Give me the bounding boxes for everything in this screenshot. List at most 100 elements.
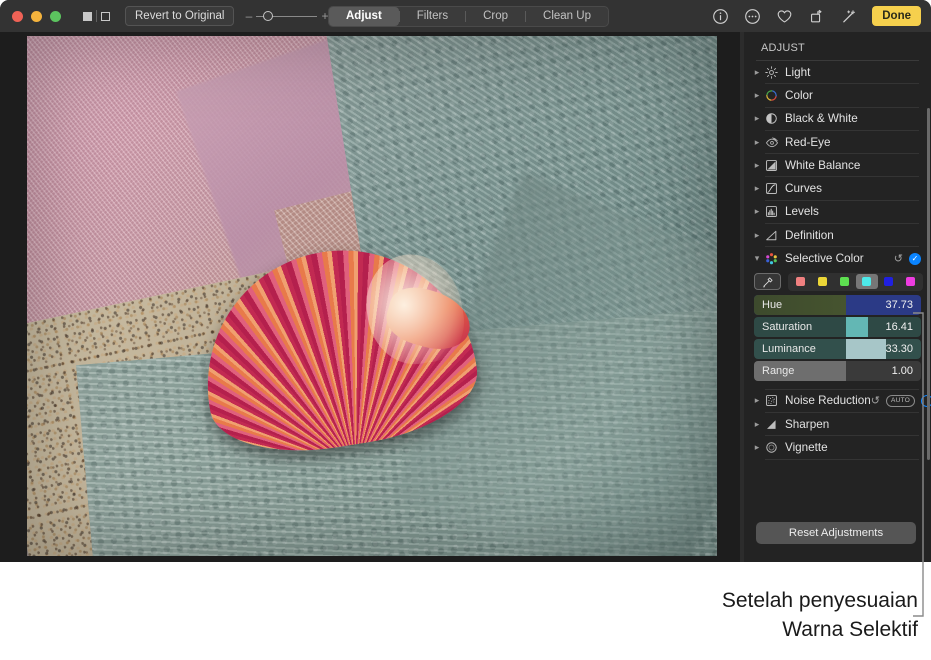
zoom-window-button[interactable]	[50, 11, 61, 22]
zoom-out-label[interactable]: –	[245, 9, 252, 23]
vignette-circle-icon	[763, 439, 780, 455]
traffic-lights	[12, 11, 61, 22]
reset-arrow-icon[interactable]: ↺	[894, 252, 903, 265]
sidebar-item-noise-reduction[interactable]: ▸ Noise Reduction ↺ AUTO	[744, 390, 931, 412]
chevron-right-icon[interactable]: ▸	[752, 419, 762, 430]
chevron-right-icon[interactable]: ▸	[752, 90, 762, 101]
zoom-slider-track[interactable]	[256, 11, 317, 22]
chevron-right-icon[interactable]: ▸	[752, 113, 762, 124]
selective-color-dots-icon	[763, 251, 780, 267]
swatch-blue[interactable]	[878, 274, 900, 289]
slider-fill	[846, 339, 886, 359]
view-mode-toggle[interactable]	[83, 10, 110, 22]
sidebar-item-red-eye[interactable]: ▸ Red-Eye	[744, 131, 931, 153]
sidebar-item-vignette[interactable]: ▸ Vignette	[744, 436, 931, 458]
photo-canvas-area[interactable]	[0, 32, 740, 562]
sidebar-item-label: Light	[785, 66, 810, 79]
caption-line-1: Setelah penyesuaian	[498, 586, 918, 615]
sidebar-item-selective-color[interactable]: ▾ Selective Color ↺ ✓	[744, 247, 931, 269]
filled-square-icon	[83, 12, 92, 21]
sidebar-item-levels[interactable]: ▸ Levels	[744, 201, 931, 223]
swatch-green[interactable]	[834, 274, 856, 289]
slider-range[interactable]: Range 1.00	[754, 361, 921, 381]
sidebar-item-white-balance[interactable]: ▸ White Balance	[744, 154, 931, 176]
chevron-right-icon[interactable]: ▸	[752, 230, 762, 241]
sidebar-item-label: Sharpen	[785, 418, 829, 431]
chevron-right-icon[interactable]: ▸	[752, 206, 762, 217]
chevron-right-icon[interactable]: ▸	[752, 160, 762, 171]
swatch-yellow[interactable]	[812, 274, 834, 289]
sidebar-item-label: Curves	[785, 182, 822, 195]
sidebar-item-curves[interactable]: ▸ Curves	[744, 177, 931, 199]
color-wheel-icon	[763, 87, 780, 103]
levels-icon	[763, 204, 780, 220]
favorite-heart-icon[interactable]	[776, 8, 793, 25]
chevron-right-icon[interactable]: ▸	[752, 442, 762, 453]
edit-mode-tabs: Adjust Filters Crop Clean Up	[328, 6, 609, 27]
toggle-divider	[96, 10, 97, 22]
slider-value: 16.41	[885, 317, 913, 337]
sidebar-item-sharpen[interactable]: ▸ Sharpen	[744, 413, 931, 435]
rotate-icon[interactable]	[808, 8, 825, 25]
sidebar-item-label: Noise Reduction	[785, 394, 871, 407]
chevron-right-icon[interactable]: ▸	[752, 395, 762, 406]
tab-filters[interactable]: Filters	[400, 7, 465, 26]
zoom-slider-knob[interactable]	[263, 11, 273, 21]
selective-color-controls: ↺ ✓	[894, 252, 921, 265]
reset-arrow-icon[interactable]: ↺	[871, 394, 880, 407]
outlined-square-icon	[101, 12, 110, 21]
tab-clean-up[interactable]: Clean Up	[526, 7, 608, 26]
noise-reduction-controls: ↺ AUTO	[871, 394, 931, 407]
auto-enhance-wand-icon[interactable]	[840, 8, 857, 25]
done-button[interactable]: Done	[872, 6, 921, 26]
slider-hue[interactable]: Hue 37.73	[754, 295, 921, 315]
swatch-magenta[interactable]	[900, 274, 922, 289]
figure-caption: Setelah penyesuaian Warna Selektif	[498, 586, 918, 644]
reset-adjustments-button[interactable]: Reset Adjustments	[756, 522, 916, 544]
swatch-color	[796, 277, 805, 286]
slider-label: Range	[762, 361, 794, 381]
eyedropper-icon[interactable]	[754, 273, 781, 290]
slider-value: 33.30	[885, 339, 913, 359]
minimize-window-button[interactable]	[31, 11, 42, 22]
half-circle-icon	[763, 111, 780, 127]
chevron-right-icon[interactable]: ▸	[752, 137, 762, 148]
revert-to-original-button[interactable]: Revert to Original	[125, 6, 234, 26]
tab-crop[interactable]: Crop	[466, 7, 525, 26]
sidebar-item-color[interactable]: ▸ Color	[744, 84, 931, 106]
sidebar-item-light[interactable]: ▸ Light	[744, 61, 931, 83]
photo-vignette	[27, 36, 717, 556]
swatch-color	[906, 277, 915, 286]
sidebar-item-black-and-white[interactable]: ▸ Black & White	[744, 108, 931, 130]
sidebar-scrollbar[interactable]	[927, 108, 930, 460]
checked-circle-icon[interactable]: ✓	[909, 253, 921, 265]
auto-badge[interactable]: AUTO	[886, 395, 915, 407]
tab-adjust[interactable]: Adjust	[329, 7, 399, 26]
adjust-sidebar: ADJUST ▸ Light ▸	[744, 32, 931, 562]
sun-icon	[763, 64, 780, 80]
chevron-right-icon[interactable]: ▸	[752, 183, 762, 194]
slider-fill	[846, 317, 868, 337]
eye-slash-icon	[763, 134, 780, 150]
edited-photo[interactable]	[27, 36, 717, 556]
toolbar-right-icons: Done	[712, 0, 921, 32]
sidebar-item-label: Levels	[785, 205, 819, 218]
chevron-right-icon[interactable]: ▸	[752, 67, 762, 78]
slider-saturation[interactable]: Saturation 16.41	[754, 317, 921, 337]
zoom-slider-control[interactable]: – +	[245, 9, 328, 23]
sidebar-item-label: Selective Color	[785, 252, 864, 265]
swatch-red[interactable]	[790, 274, 812, 289]
swatch-color	[884, 277, 893, 286]
close-window-button[interactable]	[12, 11, 23, 22]
more-options-icon[interactable]	[744, 8, 761, 25]
swatch-color	[840, 277, 849, 286]
info-icon[interactable]	[712, 8, 729, 25]
sidebar-title: ADJUST	[744, 32, 931, 60]
sidebar-item-label: Vignette	[785, 441, 828, 454]
slider-luminance[interactable]: Luminance 33.30	[754, 339, 921, 359]
swatch-cyan-selected[interactable]	[856, 274, 878, 289]
slider-value: 37.73	[885, 295, 913, 315]
definition-triangle-icon	[763, 227, 780, 243]
sidebar-item-definition[interactable]: ▸ Definition	[744, 224, 931, 246]
chevron-down-icon[interactable]: ▾	[752, 253, 762, 264]
